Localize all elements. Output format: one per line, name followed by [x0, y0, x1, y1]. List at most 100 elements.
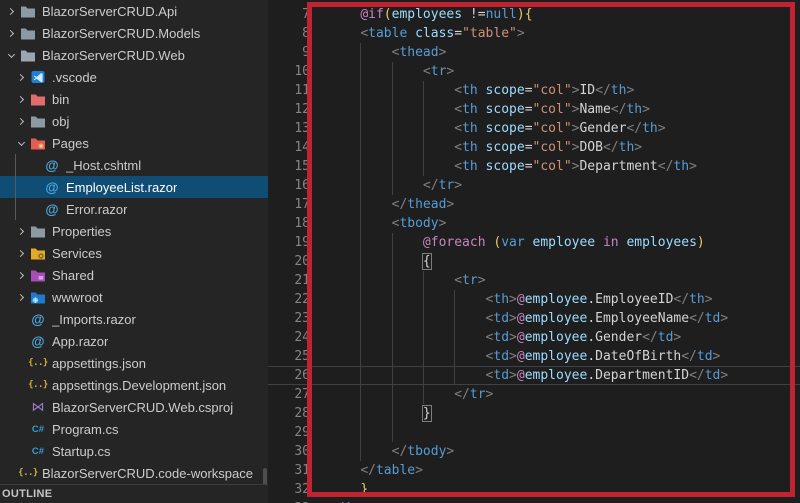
token: td	[493, 311, 510, 326]
line-number-9[interactable]: 9	[268, 43, 310, 62]
line-number-28[interactable]: 28	[268, 404, 310, 423]
explorer-item--vscode[interactable]: .vscode	[0, 66, 268, 88]
code-line-29[interactable]: 29	[268, 423, 800, 442]
line-number-22[interactable]: 22	[268, 290, 310, 309]
line-number-25[interactable]: 25	[268, 347, 310, 366]
line-number-24[interactable]: 24	[268, 328, 310, 347]
line-number-11[interactable]: 11	[268, 81, 310, 100]
code-line-32[interactable]: 32 }	[268, 480, 800, 499]
explorer-item-shared[interactable]: Shared	[0, 264, 268, 286]
outline-section-header[interactable]: OUTLINE	[0, 484, 268, 503]
code-line-25[interactable]: 25 <td>@employee.DateOfBirth</td>	[268, 347, 800, 366]
chevron-right-icon[interactable]	[14, 227, 28, 235]
line-number-30[interactable]: 30	[268, 442, 310, 461]
code-line-20[interactable]: 20 {	[268, 252, 800, 271]
line-number-10[interactable]: 10	[268, 62, 310, 81]
line-number-7[interactable]: 7	[268, 5, 310, 24]
code-line-24[interactable]: 24 <td>@employee.Gender</td>	[268, 328, 800, 347]
explorer-item-program-cs[interactable]: C# Program.cs	[0, 418, 268, 440]
code-line-30[interactable]: 30 </tbody>	[268, 442, 800, 461]
chevron-right-icon[interactable]	[14, 73, 28, 81]
explorer-item--imports-razor[interactable]: @ _Imports.razor	[0, 308, 268, 330]
code-line-18[interactable]: 18 <tbody>	[268, 214, 800, 233]
token: td	[657, 330, 674, 345]
explorer-item-blazorservercrud-web[interactable]: BlazorServerCRUD.Web	[0, 44, 268, 66]
line-number-15[interactable]: 15	[268, 157, 310, 176]
chevron-right-icon[interactable]	[14, 117, 28, 125]
chevron-right-icon[interactable]	[14, 271, 28, 279]
line-number-19[interactable]: 19	[268, 233, 310, 252]
code-line-21[interactable]: 21 <tr>	[268, 271, 800, 290]
line-number-27[interactable]: 27	[268, 385, 310, 404]
line-number-20[interactable]: 20	[268, 252, 310, 271]
line-number-16[interactable]: 16	[268, 176, 310, 195]
line-number-8[interactable]: 8	[268, 24, 310, 43]
chevron-down-icon[interactable]	[4, 50, 18, 58]
explorer-item-blazorservercrud-web-csproj[interactable]: ⋈ BlazorServerCRUD.Web.csproj	[0, 396, 268, 418]
code-line-17[interactable]: 17 </thead>	[268, 195, 800, 214]
chevron-right-icon[interactable]	[14, 95, 28, 103]
line-number-31[interactable]: 31	[268, 461, 310, 480]
explorer-item-services[interactable]: Services	[0, 242, 268, 264]
explorer-item-bin[interactable]: bin	[0, 88, 268, 110]
line-number-26[interactable]: 26	[268, 366, 310, 385]
code-line-11[interactable]: 11 <th scope="col">ID</th>	[268, 81, 800, 100]
code-line-31[interactable]: 31 </table>	[268, 461, 800, 480]
code-line-16[interactable]: 16 </tr>	[268, 176, 800, 195]
code-line-7[interactable]: 7 @if(employees !=null){	[268, 5, 800, 24]
chevron-right-icon[interactable]	[14, 293, 28, 301]
line-number-14[interactable]: 14	[268, 138, 310, 157]
line-number-33[interactable]: 33	[268, 499, 310, 503]
code-line-19[interactable]: 19 @foreach (var employee in employees)	[268, 233, 800, 252]
explorer-item-blazorservercrud-api[interactable]: BlazorServerCRUD.Api	[0, 0, 268, 22]
line-number-21[interactable]: 21	[268, 271, 310, 290]
explorer-item--host-cshtml[interactable]: @ _Host.cshtml	[0, 154, 268, 176]
code-line-14[interactable]: 14 <th scope="col">DOB</th>	[268, 138, 800, 157]
code-line-33[interactable]: 33 <div	[268, 499, 800, 503]
explorer-item-properties[interactable]: Properties	[0, 220, 268, 242]
code-line-28[interactable]: 28 }	[268, 404, 800, 423]
code-line-26[interactable]: 26 <td>@employee.DepartmentID</td>	[268, 366, 800, 385]
indent-guide	[422, 271, 424, 290]
code-line-23[interactable]: 23 <td>@employee.EmployeeName</td>	[268, 309, 800, 328]
code-line-content: <th>@employee.EmployeeID</th>	[329, 290, 800, 309]
explorer-item-blazorservercrud-models[interactable]: BlazorServerCRUD.Models	[0, 22, 268, 44]
explorer-item-app-razor[interactable]: @ App.razor	[0, 330, 268, 352]
csharp-icon: C#	[31, 445, 45, 457]
chevron-right-icon[interactable]	[4, 7, 18, 15]
line-number-32[interactable]: 32	[268, 480, 310, 499]
line-number-17[interactable]: 17	[268, 195, 310, 214]
explorer-item-startup-cs[interactable]: C# Startup.cs	[0, 440, 268, 462]
explorer-item-employeelist-razor[interactable]: @ EmployeeList.razor	[0, 176, 268, 198]
token: scope	[485, 102, 525, 117]
code-line-27[interactable]: 27 </tr>	[268, 385, 800, 404]
json-icon: {..}	[18, 468, 38, 478]
code-line-15[interactable]: 15 <th scope="col">Department</th>	[268, 157, 800, 176]
explorer-item-blazorservercrud-code-workspace[interactable]: {..} BlazorServerCRUD.code-workspace	[0, 462, 268, 484]
chevron-right-icon[interactable]	[14, 249, 28, 257]
token: </	[391, 197, 408, 212]
line-number-13[interactable]: 13	[268, 119, 310, 138]
code-line-8[interactable]: 8 <table class="table">	[268, 24, 800, 43]
line-number-29[interactable]: 29	[268, 423, 310, 442]
vscode-icon	[28, 70, 48, 84]
code-line-10[interactable]: 10 <tr>	[268, 62, 800, 81]
code-line-22[interactable]: 22 <th>@employee.EmployeeID</th>	[268, 290, 800, 309]
explorer-item-pages[interactable]: Pages	[0, 132, 268, 154]
chevron-right-icon[interactable]	[4, 29, 18, 37]
explorer-item-wwwroot[interactable]: wwwroot	[0, 286, 268, 308]
line-number-18[interactable]: 18	[268, 214, 310, 233]
code-line-9[interactable]: 9 <thead>	[268, 43, 800, 62]
code-line-12[interactable]: 12 <th scope="col">Name</th>	[268, 100, 800, 119]
explorer-item-error-razor[interactable]: @ Error.razor	[0, 198, 268, 220]
explorer-item-appsettings-development-json[interactable]: {..} appsettings.Development.json	[0, 374, 268, 396]
line-number-12[interactable]: 12	[268, 100, 310, 119]
explorer-item-appsettings-json[interactable]: {..} appsettings.json	[0, 352, 268, 374]
explorer-item-label: BlazorServerCRUD.Web.csproj	[52, 399, 234, 415]
line-number-23[interactable]: 23	[268, 309, 310, 328]
code-line-13[interactable]: 13 <th scope="col">Gender</th>	[268, 119, 800, 138]
code-editor[interactable]: 7 @if(employees !=null){8 <table class="…	[268, 0, 800, 503]
chevron-down-icon[interactable]	[14, 138, 28, 146]
explorer-item-obj[interactable]: obj	[0, 110, 268, 132]
